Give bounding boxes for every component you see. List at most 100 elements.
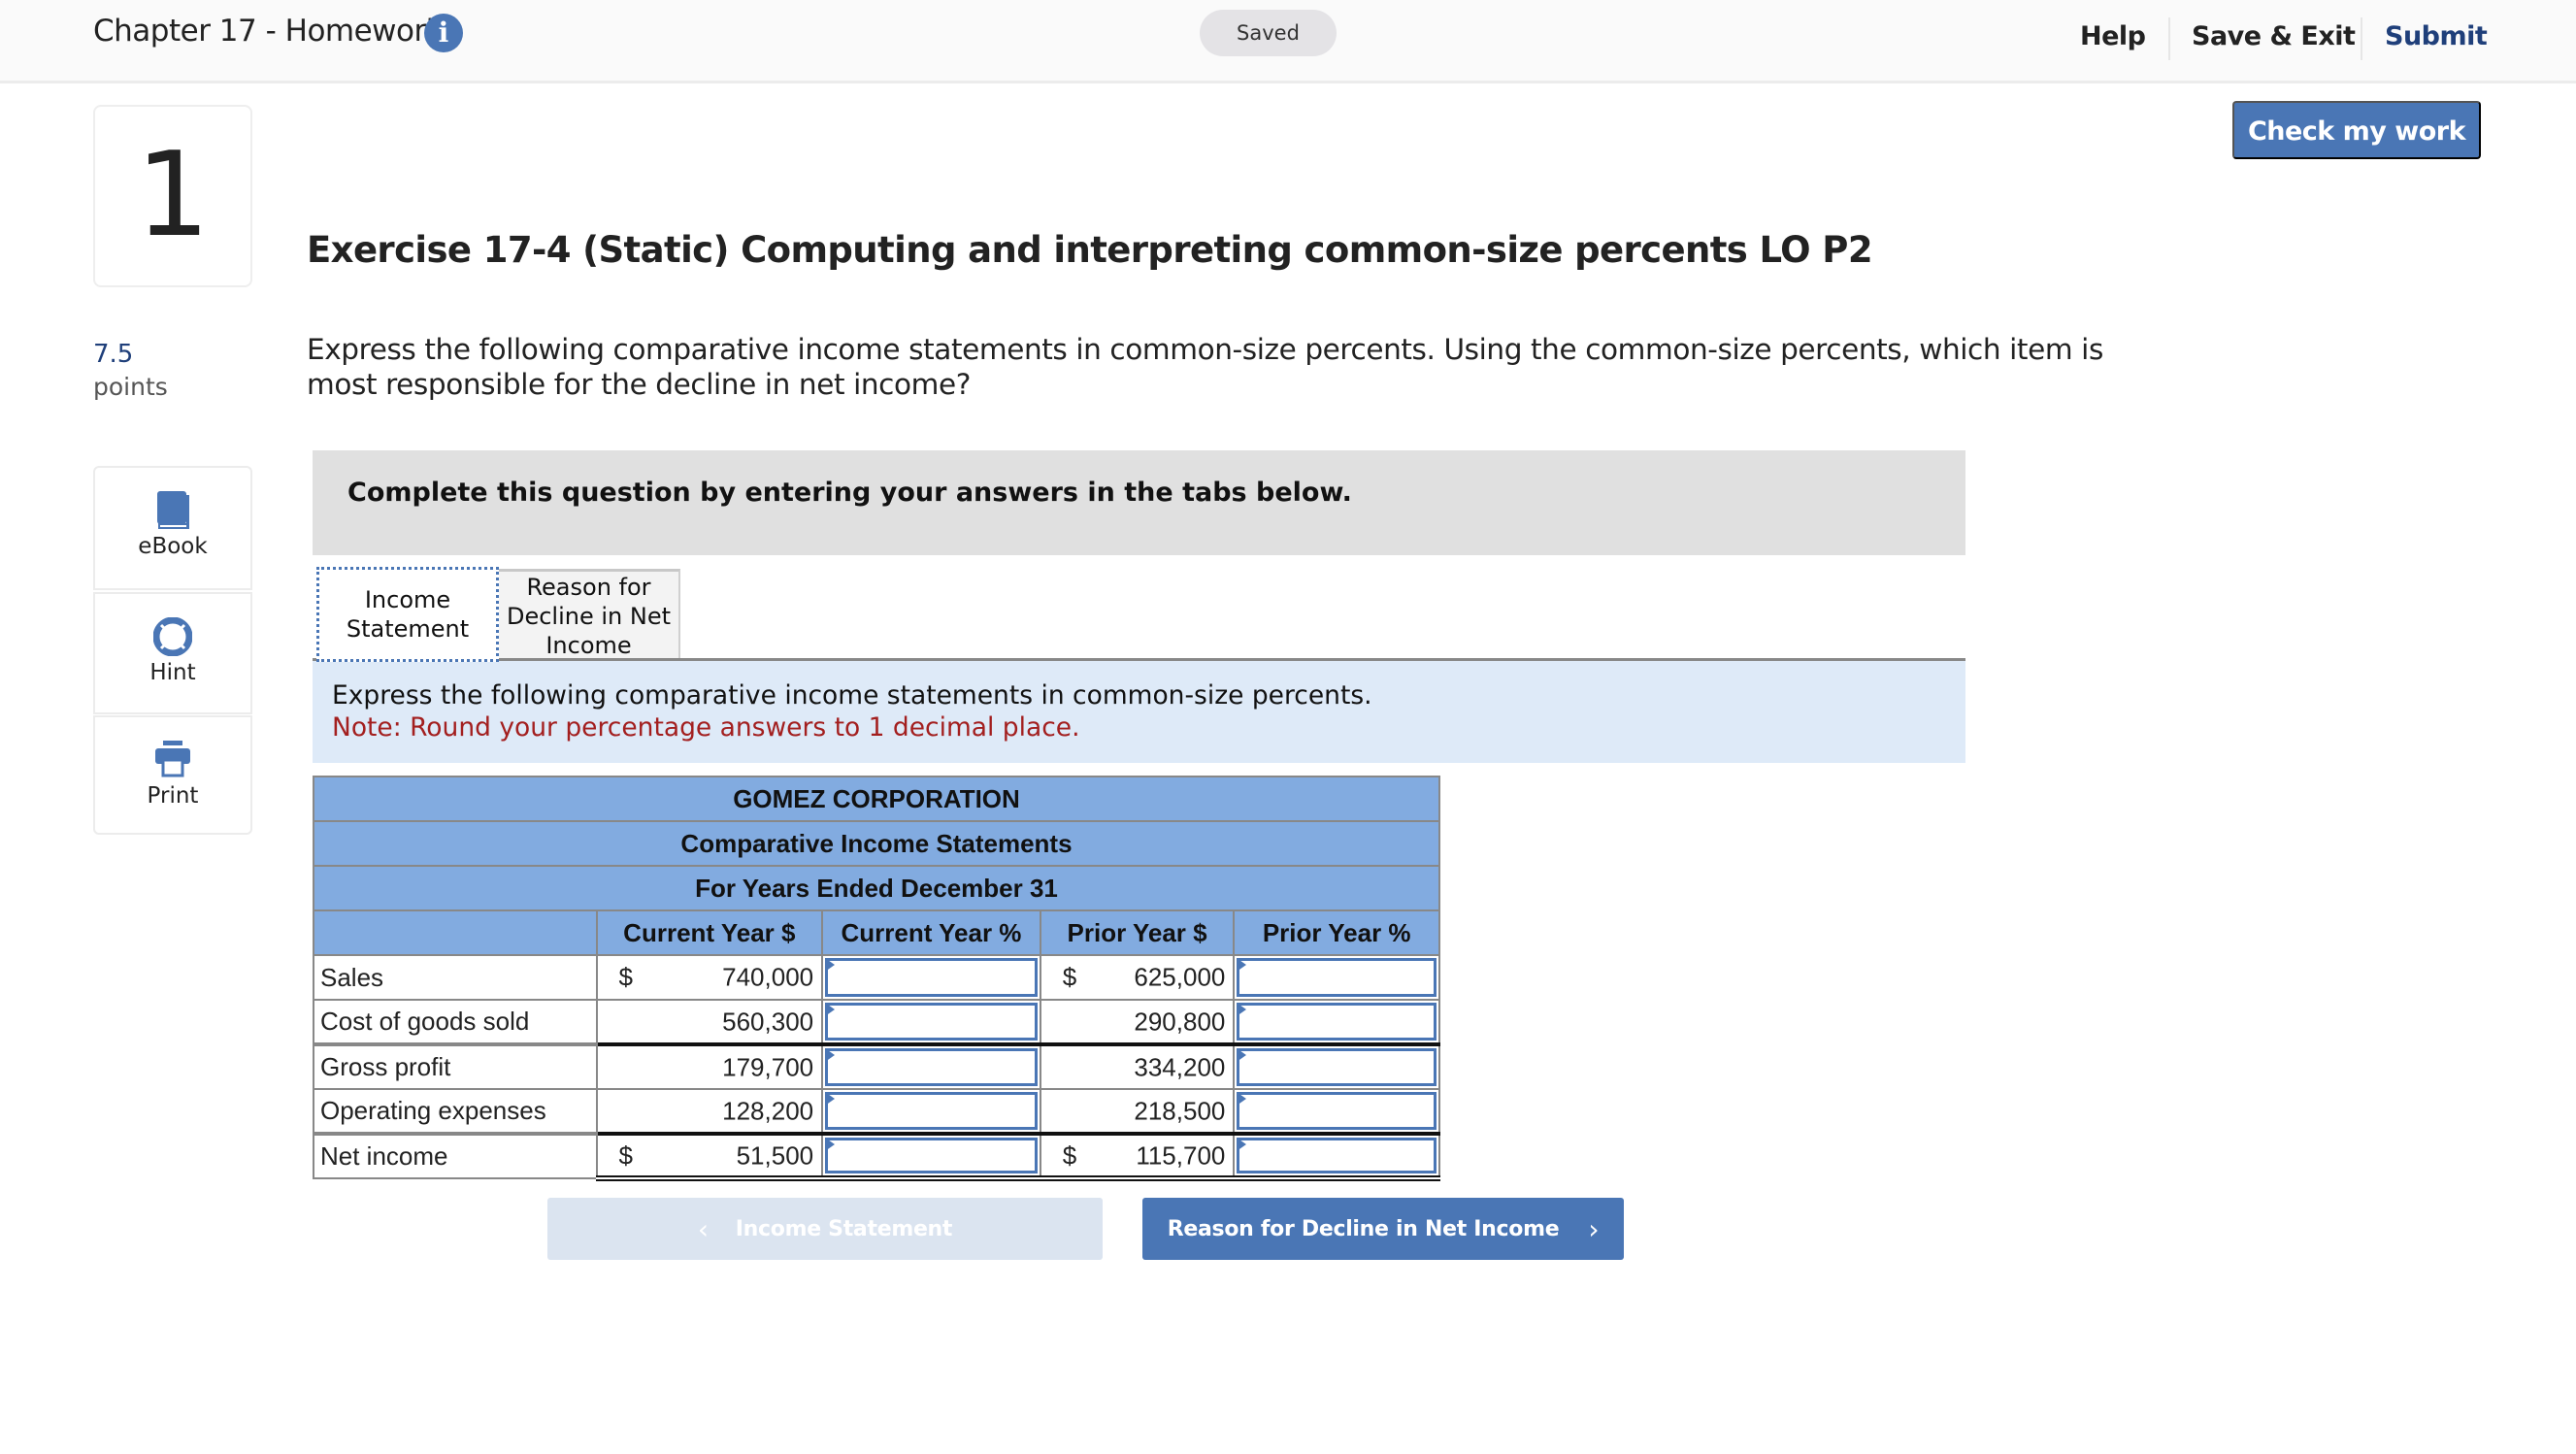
prior-year-percent-input[interactable]: [1237, 1048, 1437, 1086]
amount-value: 115,700: [1136, 1140, 1226, 1170]
book-icon: [155, 491, 190, 535]
current-year-percent-input[interactable]: [825, 1138, 1038, 1173]
input-marker-icon: [825, 958, 836, 972]
prior-year-percent-input[interactable]: [1237, 1092, 1437, 1130]
hint-label: Hint: [149, 660, 196, 685]
table-row: Sales $740,000 $625,000: [313, 954, 1440, 1001]
header-divider: [2168, 17, 2170, 60]
row-label: Sales: [313, 954, 598, 1001]
header-divider: [2361, 17, 2362, 60]
save-exit-link[interactable]: Save & Exit: [2192, 17, 2356, 56]
tab-label: Reason for Decline in Net Income: [506, 573, 672, 659]
next-tab-button[interactable]: Reason for Decline in Net Income ›: [1142, 1198, 1624, 1260]
print-label: Print: [147, 783, 199, 809]
amount-value: 128,200: [722, 1096, 814, 1125]
submit-link[interactable]: Submit: [2385, 17, 2488, 56]
row-label: Net income: [313, 1132, 598, 1179]
row-label: Cost of goods sold: [313, 999, 598, 1045]
amount-value: 560,300: [722, 1007, 814, 1036]
tab-instructions: Express the following comparative income…: [313, 661, 1965, 763]
current-year-amount: 179,700: [595, 1042, 824, 1090]
current-year-percent-cell: [821, 1132, 1041, 1181]
info-icon[interactable]: i: [424, 14, 463, 52]
currency-symbol: $: [1062, 1140, 1077, 1170]
tab-label: Income Statement: [346, 586, 470, 643]
prior-year-percent-cell: [1233, 1088, 1440, 1135]
hint-button[interactable]: Hint: [93, 592, 252, 714]
current-year-percent-cell: [821, 1042, 1041, 1090]
check-my-work-button[interactable]: Check my work: [2232, 101, 2481, 159]
top-header: Chapter 17 - Homework i Saved Help Save …: [0, 0, 2576, 83]
amount-value: 179,700: [722, 1052, 814, 1081]
table-row: Gross profit 179,700 334,200: [313, 1042, 1440, 1090]
currency-symbol: $: [1062, 962, 1077, 992]
amount-value: 218,500: [1134, 1096, 1226, 1125]
instructions-banner: Complete this question by entering your …: [313, 450, 1965, 555]
ebook-button[interactable]: eBook: [93, 466, 252, 590]
input-marker-icon: [825, 1048, 836, 1062]
input-marker-icon: [1237, 958, 1247, 972]
previous-tab-label: Income Statement: [735, 1216, 953, 1241]
prior-year-amount: 290,800: [1039, 999, 1236, 1045]
tab-reason-for-decline[interactable]: Reason for Decline in Net Income: [499, 569, 680, 660]
chevron-right-icon: ›: [1588, 1212, 1600, 1245]
amount-value: 290,800: [1134, 1007, 1226, 1036]
current-year-percent-cell: [821, 954, 1041, 1001]
statement-period: For Years Ended December 31: [313, 865, 1440, 911]
current-year-percent-cell: [821, 999, 1041, 1045]
prior-year-percent-cell: [1233, 1042, 1440, 1090]
current-year-percent-input[interactable]: [825, 958, 1038, 997]
previous-tab-button[interactable]: ‹ Income Statement: [547, 1198, 1103, 1260]
prior-year-amount: 218,500: [1039, 1088, 1236, 1135]
lifebuoy-icon: [152, 616, 193, 661]
prior-year-amount: 334,200: [1039, 1042, 1236, 1090]
prior-year-percent-input[interactable]: [1237, 1138, 1437, 1173]
row-label: Gross profit: [313, 1042, 598, 1090]
current-year-percent-input[interactable]: [825, 1048, 1038, 1086]
chevron-left-icon: ‹: [697, 1212, 709, 1245]
help-link[interactable]: Help: [2080, 17, 2146, 56]
column-header-current-year-percent: Current Year %: [821, 909, 1041, 956]
input-marker-icon: [1237, 1048, 1247, 1062]
prior-year-percent-input[interactable]: [1237, 1003, 1437, 1041]
current-year-percent-cell: [821, 1088, 1041, 1135]
input-marker-icon: [1237, 1003, 1247, 1016]
tab-income-statement[interactable]: Income Statement: [316, 567, 499, 662]
input-marker-icon: [1237, 1138, 1247, 1151]
rounding-note: Note: Round your percentage answers to 1…: [332, 712, 1080, 743]
current-year-amount: 128,200: [595, 1088, 824, 1135]
table-row: Operating expenses 128,200 218,500: [313, 1088, 1440, 1135]
points-label: points: [93, 373, 168, 401]
prior-year-percent-cell: [1233, 954, 1440, 1001]
question-prompt: Express the following comparative income…: [307, 333, 2103, 401]
column-header: [313, 909, 598, 956]
amount-value: 625,000: [1134, 962, 1226, 992]
current-year-amount: $51,500: [595, 1132, 824, 1181]
prior-year-amount: $625,000: [1039, 954, 1236, 1001]
currency-symbol: $: [618, 1140, 633, 1170]
table-row: Net income $51,500 $115,700: [313, 1132, 1440, 1181]
points-value: 7.5: [93, 340, 134, 369]
next-tab-label: Reason for Decline in Net Income: [1167, 1216, 1560, 1241]
tab-instructions-text: Express the following comparative income…: [332, 680, 1372, 710]
current-year-percent-input[interactable]: [825, 1003, 1038, 1041]
current-year-percent-input[interactable]: [825, 1092, 1038, 1130]
amount-value: 740,000: [722, 962, 814, 992]
column-header-current-year-dollars: Current Year $: [595, 909, 824, 956]
ebook-label: eBook: [138, 534, 208, 559]
question-number: 1: [93, 105, 252, 287]
assignment-title: Chapter 17 - Homework: [93, 14, 444, 49]
company-name: GOMEZ CORPORATION: [313, 776, 1440, 822]
printer-icon: [153, 741, 192, 782]
current-year-amount: 560,300: [595, 999, 824, 1045]
instructions-banner-text: Complete this question by entering your …: [347, 478, 1352, 508]
statement-title: Comparative Income Statements: [313, 820, 1440, 867]
table-row: Cost of goods sold 560,300 290,800: [313, 999, 1440, 1045]
currency-symbol: $: [618, 962, 633, 992]
column-header-prior-year-dollars: Prior Year $: [1039, 909, 1236, 956]
prior-year-percent-input[interactable]: [1237, 958, 1437, 997]
print-button[interactable]: Print: [93, 715, 252, 835]
amount-value: 51,500: [736, 1140, 814, 1170]
income-statement-table: GOMEZ CORPORATION Comparative Income Sta…: [313, 776, 1440, 1181]
exercise-title: Exercise 17-4 (Static) Computing and int…: [307, 229, 1873, 271]
